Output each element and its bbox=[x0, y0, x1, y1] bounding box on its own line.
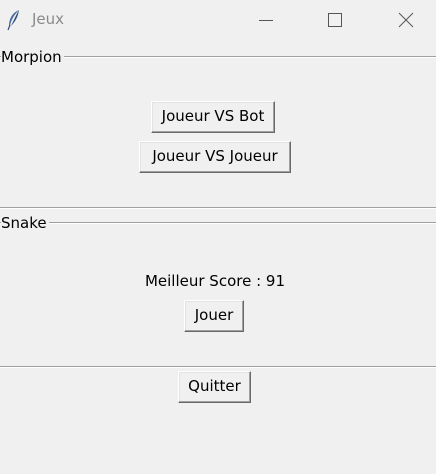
morpion-frame-label: Morpion bbox=[1, 48, 64, 66]
minimize-icon bbox=[259, 20, 273, 21]
window-title: Jeux bbox=[32, 10, 65, 28]
snake-frame-label: Snake bbox=[1, 214, 49, 232]
close-button[interactable] bbox=[382, 0, 428, 40]
maximize-button[interactable] bbox=[312, 0, 358, 40]
app-window: Jeux Morpion Joueur VS Bot Joueur VS Jou… bbox=[0, 0, 436, 474]
snake-frame-border bbox=[0, 222, 436, 224]
morpion-frame-bottom bbox=[0, 207, 436, 209]
quitter-button[interactable]: Quitter bbox=[178, 371, 251, 403]
maximize-icon bbox=[328, 13, 342, 27]
best-score-label: Meilleur Score : 91 bbox=[144, 272, 286, 290]
joueur-vs-bot-button[interactable]: Joueur VS Bot bbox=[151, 101, 275, 133]
minimize-button[interactable] bbox=[243, 0, 289, 40]
title-bar[interactable]: Jeux bbox=[0, 0, 436, 40]
jouer-button[interactable]: Jouer bbox=[184, 300, 244, 332]
morpion-frame-border bbox=[0, 56, 436, 58]
snake-frame-bottom bbox=[0, 366, 436, 368]
close-icon bbox=[398, 12, 414, 28]
joueur-vs-joueur-button[interactable]: Joueur VS Joueur bbox=[139, 141, 291, 173]
feather-icon bbox=[7, 10, 19, 31]
